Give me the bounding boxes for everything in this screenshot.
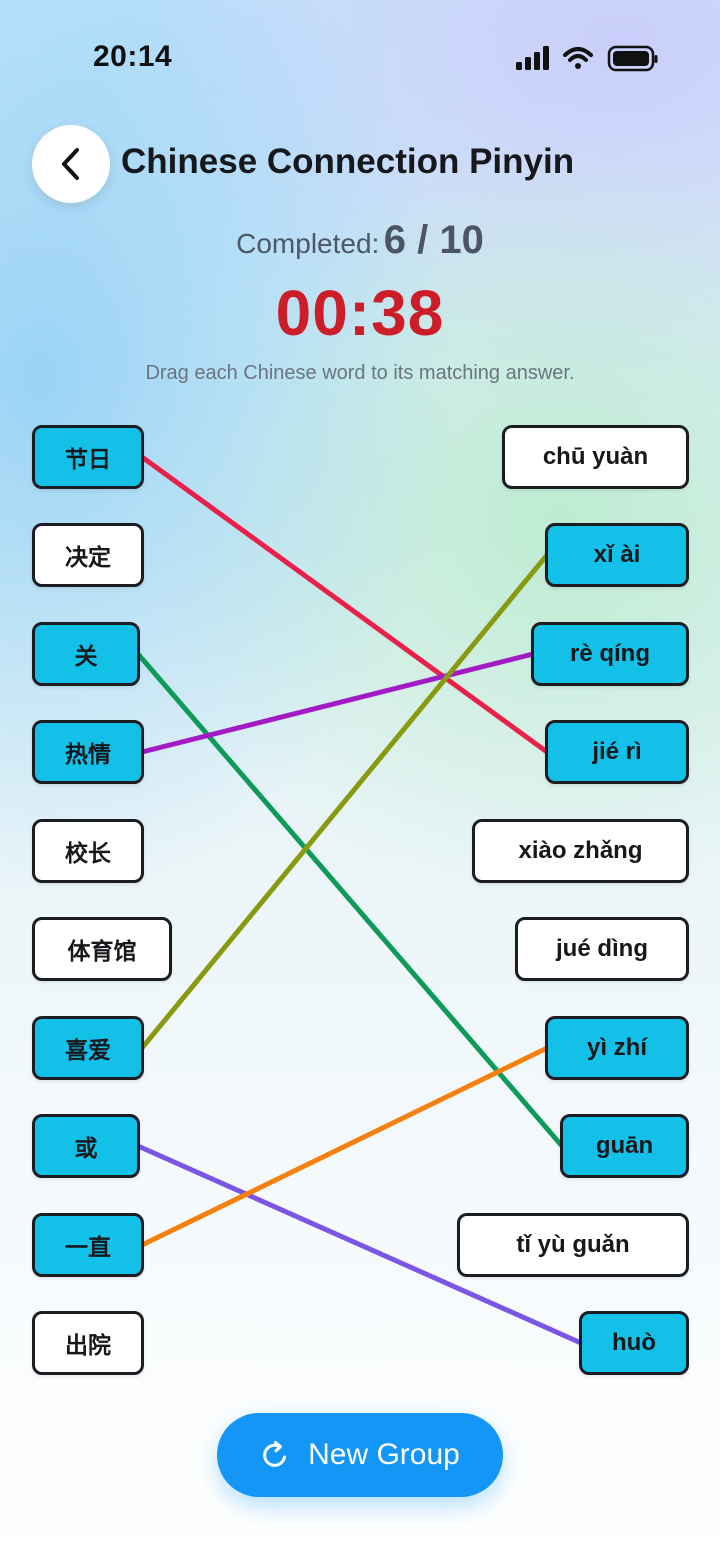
- answer-tile[interactable]: xiào zhǎng: [472, 819, 689, 883]
- instruction-text: Drag each Chinese word to its matching a…: [145, 362, 575, 384]
- answer-tile[interactable]: rè qíng: [531, 622, 689, 686]
- word-tile[interactable]: 体育馆: [32, 917, 172, 981]
- word-tile[interactable]: 一直: [32, 1213, 144, 1277]
- word-tile[interactable]: 校长: [32, 819, 144, 883]
- answer-tile[interactable]: guān: [560, 1114, 689, 1178]
- word-tile[interactable]: 出院: [32, 1311, 144, 1375]
- answer-tile[interactable]: yì zhí: [545, 1016, 689, 1080]
- word-tile[interactable]: 关: [32, 622, 140, 686]
- word-tile[interactable]: 节日: [32, 425, 144, 489]
- connection-line: [135, 651, 565, 1149]
- answer-tile[interactable]: jué dìng: [515, 917, 689, 981]
- new-group-button[interactable]: New Group: [217, 1413, 503, 1497]
- word-tile[interactable]: 热情: [32, 720, 144, 784]
- new-group-label: New Group: [308, 1438, 460, 1471]
- progress-label: Completed:: [236, 228, 380, 259]
- status-time: 20:14: [93, 40, 173, 73]
- page-title: Chinese Connection Pinyin: [121, 142, 575, 181]
- progress-value: 6 / 10: [383, 218, 484, 262]
- connection-line: [139, 651, 536, 755]
- answer-tile[interactable]: chū yuàn: [502, 425, 689, 489]
- wifi-icon: [563, 47, 593, 69]
- back-button[interactable]: [32, 125, 110, 203]
- answer-tile[interactable]: jié rì: [545, 720, 689, 784]
- chevron-left-icon: [62, 148, 79, 180]
- refresh-icon: [260, 1440, 290, 1470]
- word-tile[interactable]: 喜爱: [32, 1016, 144, 1080]
- connection-line: [139, 552, 550, 1051]
- word-tile[interactable]: 或: [32, 1114, 140, 1178]
- word-tile[interactable]: 决定: [32, 523, 144, 587]
- answer-tile[interactable]: huò: [579, 1311, 689, 1375]
- battery-icon: [607, 45, 658, 72]
- countdown-timer: 00:38: [275, 277, 445, 349]
- connection-line: [139, 454, 550, 755]
- signal-icon: [516, 46, 549, 70]
- answer-tile[interactable]: tǐ yù guǎn: [457, 1213, 689, 1277]
- progress-indicator: Completed: 6 / 10: [0, 218, 720, 263]
- answer-tile[interactable]: xǐ ài: [545, 523, 689, 587]
- status-icons: [514, 44, 658, 74]
